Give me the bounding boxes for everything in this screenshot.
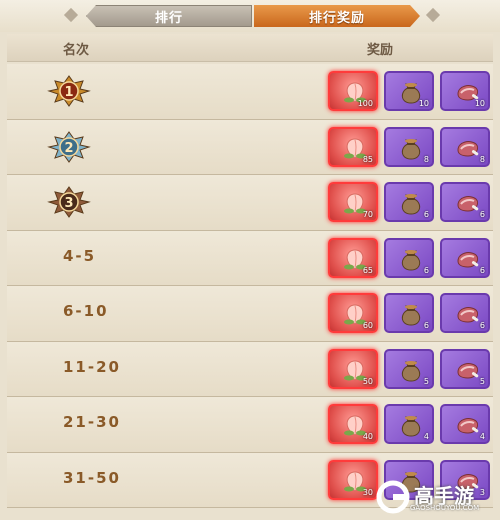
reward-item-peach[interactable]: 50	[328, 348, 378, 389]
column-header: 名次 奖励	[7, 34, 493, 62]
sack-icon	[401, 138, 421, 160]
tab-ranking[interactable]: 排行	[86, 5, 252, 27]
reward-item-sack[interactable]: 6	[384, 293, 434, 333]
table-row: 11-20 50 5 5	[7, 341, 493, 397]
meat-icon	[457, 251, 479, 268]
reward-item-meat[interactable]: 6	[440, 293, 490, 333]
table-row: 4-5 65 6 6	[7, 230, 493, 286]
rank-medal: 1	[47, 75, 91, 107]
bronze-medal-icon: 3	[47, 186, 91, 218]
item-quantity: 6	[423, 210, 429, 219]
sack-icon	[401, 249, 421, 271]
reward-item-sack[interactable]: 5	[384, 348, 434, 389]
reward-item-meat[interactable]: 8	[440, 126, 490, 167]
reward-items: 50 5 5	[328, 348, 490, 389]
item-quantity: 5	[423, 376, 429, 386]
medal-rank-number: 2	[64, 141, 73, 156]
reward-item-peach[interactable]: 85	[328, 126, 378, 167]
rank-label: 6-10	[63, 302, 109, 320]
reward-item-sack[interactable]: 8	[384, 126, 434, 167]
rank-label: 11-20	[63, 357, 121, 376]
reward-items: 65 6 6	[328, 237, 490, 278]
meat-icon	[457, 418, 479, 434]
item-quantity: 6	[423, 321, 429, 330]
reward-column-title: 奖励	[367, 43, 394, 58]
sack-icon	[401, 416, 421, 437]
silver-medal-icon: 2	[47, 130, 91, 163]
tab-ranking-rewards[interactable]: 排行奖励	[254, 5, 420, 27]
item-quantity: 65	[362, 265, 373, 275]
watermark: 高手游 GAOSHOUYOU.COM	[376, 480, 494, 516]
rank-medal: 3	[47, 186, 91, 218]
rank-label: 21-30	[63, 413, 121, 431]
table-row: 21-30 40 4 4	[7, 397, 493, 453]
rank-medal: 2	[47, 130, 91, 163]
item-quantity: 6	[479, 210, 485, 219]
item-quantity: 50	[362, 376, 373, 386]
item-quantity: 6	[479, 265, 485, 275]
item-quantity: 6	[423, 265, 429, 275]
item-quantity: 60	[362, 321, 373, 330]
item-quantity: 4	[423, 432, 429, 441]
reward-item-peach[interactable]: 100	[328, 71, 378, 111]
reward-item-peach[interactable]: 65	[328, 237, 378, 278]
reward-item-meat[interactable]: 5	[440, 348, 490, 389]
reward-items: 60 6 6	[328, 293, 490, 333]
rank-label: 4-5	[63, 246, 97, 265]
reward-items: 40 4 4	[328, 404, 490, 444]
meat-icon	[457, 196, 479, 212]
reward-items: 70 6 6	[328, 182, 490, 222]
item-quantity: 70	[362, 210, 373, 219]
watermark-url: GAOSHOUYOU.COM	[410, 504, 480, 512]
item-quantity: 4	[479, 432, 485, 441]
table-row: 3 70 6 6	[7, 175, 493, 231]
item-quantity: 30	[362, 487, 373, 497]
gold-medal-icon: 1	[47, 75, 91, 107]
item-quantity: 8	[423, 154, 429, 164]
right-ornament	[425, 7, 441, 23]
sack-icon	[401, 360, 421, 382]
reward-item-meat[interactable]: 6	[440, 237, 490, 278]
medal-rank-number: 3	[64, 196, 73, 211]
item-quantity: 85	[362, 154, 373, 164]
rank-column-title: 名次	[63, 43, 90, 58]
reward-item-peach[interactable]: 70	[328, 182, 378, 222]
reward-item-sack[interactable]: 4	[384, 404, 434, 444]
reward-item-sack[interactable]: 6	[384, 182, 434, 222]
reward-item-peach[interactable]: 30	[328, 459, 378, 500]
meat-icon	[457, 307, 479, 323]
item-quantity: 6	[479, 321, 485, 330]
meat-icon	[457, 140, 479, 157]
item-quantity: 5	[479, 376, 485, 386]
item-quantity: 100	[357, 99, 373, 108]
table-row: 6-10 60 6 6	[7, 286, 493, 342]
reward-item-meat[interactable]: 4	[440, 404, 490, 444]
item-quantity: 10	[474, 99, 485, 108]
reward-item-peach[interactable]: 60	[328, 293, 378, 333]
sack-icon	[401, 194, 421, 215]
meat-icon	[457, 362, 479, 379]
reward-item-peach[interactable]: 40	[328, 404, 378, 444]
reward-table: 1 100 10 10 2 85 8 8 3 70 6 6 4-5 65 6 6 6-10 60 6 6 11-20 50…	[7, 64, 493, 508]
item-quantity: 10	[418, 99, 429, 108]
reward-item-sack[interactable]: 10	[384, 71, 434, 111]
reward-items: 85 8 8	[328, 126, 490, 167]
tab-bar: 排行 排行奖励	[0, 0, 500, 32]
medal-rank-number: 1	[64, 85, 73, 100]
reward-item-meat[interactable]: 10	[440, 71, 490, 111]
watermark-logo-icon	[376, 480, 410, 514]
reward-items: 100 10 10	[328, 71, 490, 111]
rank-label: 31-50	[63, 468, 121, 487]
item-quantity: 40	[362, 432, 373, 441]
reward-item-sack[interactable]: 6	[384, 237, 434, 278]
left-ornament	[63, 7, 79, 23]
table-row: 1 100 10 10	[7, 64, 493, 120]
table-row: 2 85 8 8	[7, 119, 493, 175]
sack-icon	[401, 305, 421, 326]
item-quantity: 8	[479, 154, 485, 164]
reward-item-meat[interactable]: 6	[440, 182, 490, 222]
